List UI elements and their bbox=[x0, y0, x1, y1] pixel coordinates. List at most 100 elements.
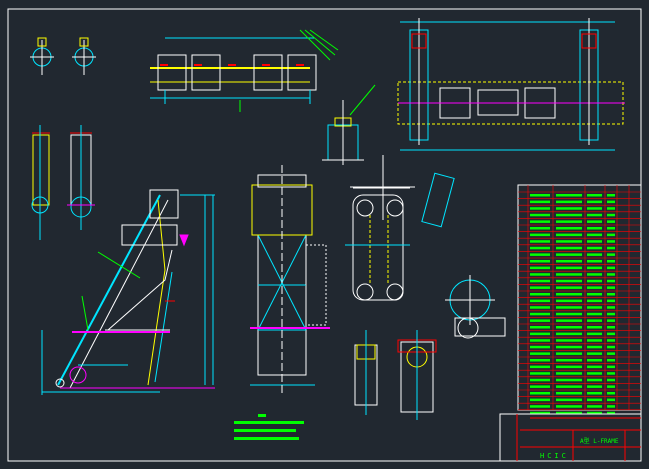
parts-list-cell-text bbox=[587, 227, 602, 230]
crosshair-cursor bbox=[350, 155, 415, 220]
parts-list-cell-text bbox=[587, 240, 602, 243]
parts-list-cell-text bbox=[556, 312, 582, 316]
parts-list-cell-text bbox=[607, 365, 615, 369]
parts-list-cell-text bbox=[530, 266, 550, 270]
parts-list-cell-text bbox=[530, 240, 550, 243]
parts-list-cell-text bbox=[587, 207, 602, 210]
parts-list-cell-text bbox=[607, 306, 615, 309]
parts-list-cell-text bbox=[556, 392, 582, 395]
parts-list-cell-text bbox=[530, 405, 550, 408]
parts-list-cell-text bbox=[556, 378, 582, 382]
cad-drawing-viewport[interactable]: HCIC A型 L-FRAME bbox=[0, 0, 649, 469]
parts-list-cell-text bbox=[607, 378, 615, 382]
parts-list-cell-text bbox=[530, 332, 550, 336]
parts-list-cell-text bbox=[530, 286, 550, 289]
technical-notes bbox=[234, 414, 304, 440]
parts-list-cell-text bbox=[530, 220, 550, 223]
parts-list-cell-text bbox=[556, 359, 582, 362]
parts-list-cell-text bbox=[587, 332, 602, 336]
parts-list-cell-text bbox=[587, 293, 602, 296]
parts-list-cell-text bbox=[607, 260, 615, 263]
parts-list-cell-text bbox=[587, 279, 602, 283]
parts-list-cell-text bbox=[607, 246, 615, 250]
parts-list-cell-text bbox=[587, 260, 602, 263]
parts-list-cell-text bbox=[607, 345, 615, 349]
parts-list-cell-text bbox=[607, 352, 615, 355]
parts-list-cell-text bbox=[530, 233, 550, 237]
parts-list-cell-text bbox=[556, 345, 582, 349]
lug-detail-views bbox=[354, 330, 437, 420]
parts-list-cell-text bbox=[556, 339, 582, 342]
parts-list-cell-text bbox=[556, 213, 582, 217]
parts-list-cell-text bbox=[556, 279, 582, 283]
parts-list-table bbox=[517, 184, 642, 415]
parts-list-cell-text bbox=[587, 233, 602, 237]
parts-list-cell-text bbox=[607, 240, 615, 243]
parts-list-cell-text bbox=[556, 299, 582, 303]
parts-list-cell-text bbox=[530, 273, 550, 276]
parts-list-cell-text bbox=[530, 359, 550, 362]
parts-list-cell-text bbox=[607, 326, 615, 329]
parts-list-cell-text bbox=[607, 279, 615, 283]
parts-list-cell-text bbox=[530, 207, 550, 210]
parts-list-cell-text bbox=[607, 319, 615, 322]
parts-list-cell-text bbox=[556, 253, 582, 256]
parts-list-cell-text bbox=[556, 200, 582, 204]
parts-list-cell-text bbox=[556, 233, 582, 237]
parts-list-cell-text bbox=[587, 352, 602, 355]
parts-list-cell-text bbox=[607, 220, 615, 223]
parts-list-cell-text bbox=[530, 398, 550, 402]
parts-list-cell-text bbox=[556, 286, 582, 289]
parts-list-cell-text bbox=[587, 312, 602, 316]
parts-list-cell-text bbox=[587, 385, 602, 388]
parts-list-cell-text bbox=[587, 200, 602, 204]
parts-list-cell-text bbox=[530, 260, 550, 263]
parts-list-cell-text bbox=[530, 246, 550, 250]
parts-list-cell-text bbox=[556, 246, 582, 250]
parts-list-cell-text bbox=[607, 332, 615, 336]
parts-list-cell-text bbox=[530, 299, 550, 303]
a-frame-front-elevation bbox=[250, 165, 330, 395]
parts-list-cell-text bbox=[530, 372, 550, 375]
title-block bbox=[499, 413, 642, 462]
column-side-views bbox=[31, 125, 95, 240]
parts-list-cell-text bbox=[607, 194, 615, 197]
parts-list-cell-text bbox=[587, 213, 602, 217]
parts-list-cell-text bbox=[530, 378, 550, 382]
parts-list-cell-text bbox=[587, 392, 602, 395]
parts-list-cell-text bbox=[607, 312, 615, 316]
parts-list-cell-text bbox=[587, 306, 602, 309]
parts-list-cell-text bbox=[607, 405, 615, 408]
parts-list-cell-text bbox=[556, 372, 582, 375]
parts-list-cell-text bbox=[530, 365, 550, 369]
parts-list-cell-text bbox=[556, 365, 582, 369]
parts-list-cell-text bbox=[530, 385, 550, 388]
parts-list-cell-text bbox=[607, 293, 615, 296]
parts-list-cell-text bbox=[607, 233, 615, 237]
parts-list-cell-text bbox=[556, 405, 582, 408]
parts-list-cell-text bbox=[530, 227, 550, 230]
parts-list-cell-text bbox=[530, 213, 550, 217]
parts-list-cell-text bbox=[556, 273, 582, 276]
parts-list-cell-text bbox=[587, 273, 602, 276]
parts-list-cell-text bbox=[587, 220, 602, 223]
parts-list-cell-text bbox=[607, 200, 615, 204]
parts-list-cell-text bbox=[607, 273, 615, 276]
top-right-elevation bbox=[397, 18, 625, 151]
parts-list-cell-text bbox=[530, 293, 550, 296]
parts-list-cell-text bbox=[530, 312, 550, 316]
parts-list-cell-text bbox=[607, 266, 615, 270]
parts-list-cell-text bbox=[587, 246, 602, 250]
parts-list-cell-text bbox=[556, 240, 582, 243]
parts-list-cell-text bbox=[607, 385, 615, 388]
parts-list-cell-text bbox=[530, 392, 550, 395]
parts-list-cell-text bbox=[556, 319, 582, 322]
parts-list-cell-text bbox=[607, 359, 615, 362]
parts-list-cell-text bbox=[587, 365, 602, 369]
parts-list-cell-text bbox=[587, 326, 602, 329]
parts-list-cell-text bbox=[607, 286, 615, 289]
parts-list-cell-text bbox=[530, 306, 550, 309]
parts-list-cell-text bbox=[587, 194, 602, 197]
parts-list-cell-text bbox=[556, 194, 582, 197]
parts-list-cell-text bbox=[556, 220, 582, 223]
